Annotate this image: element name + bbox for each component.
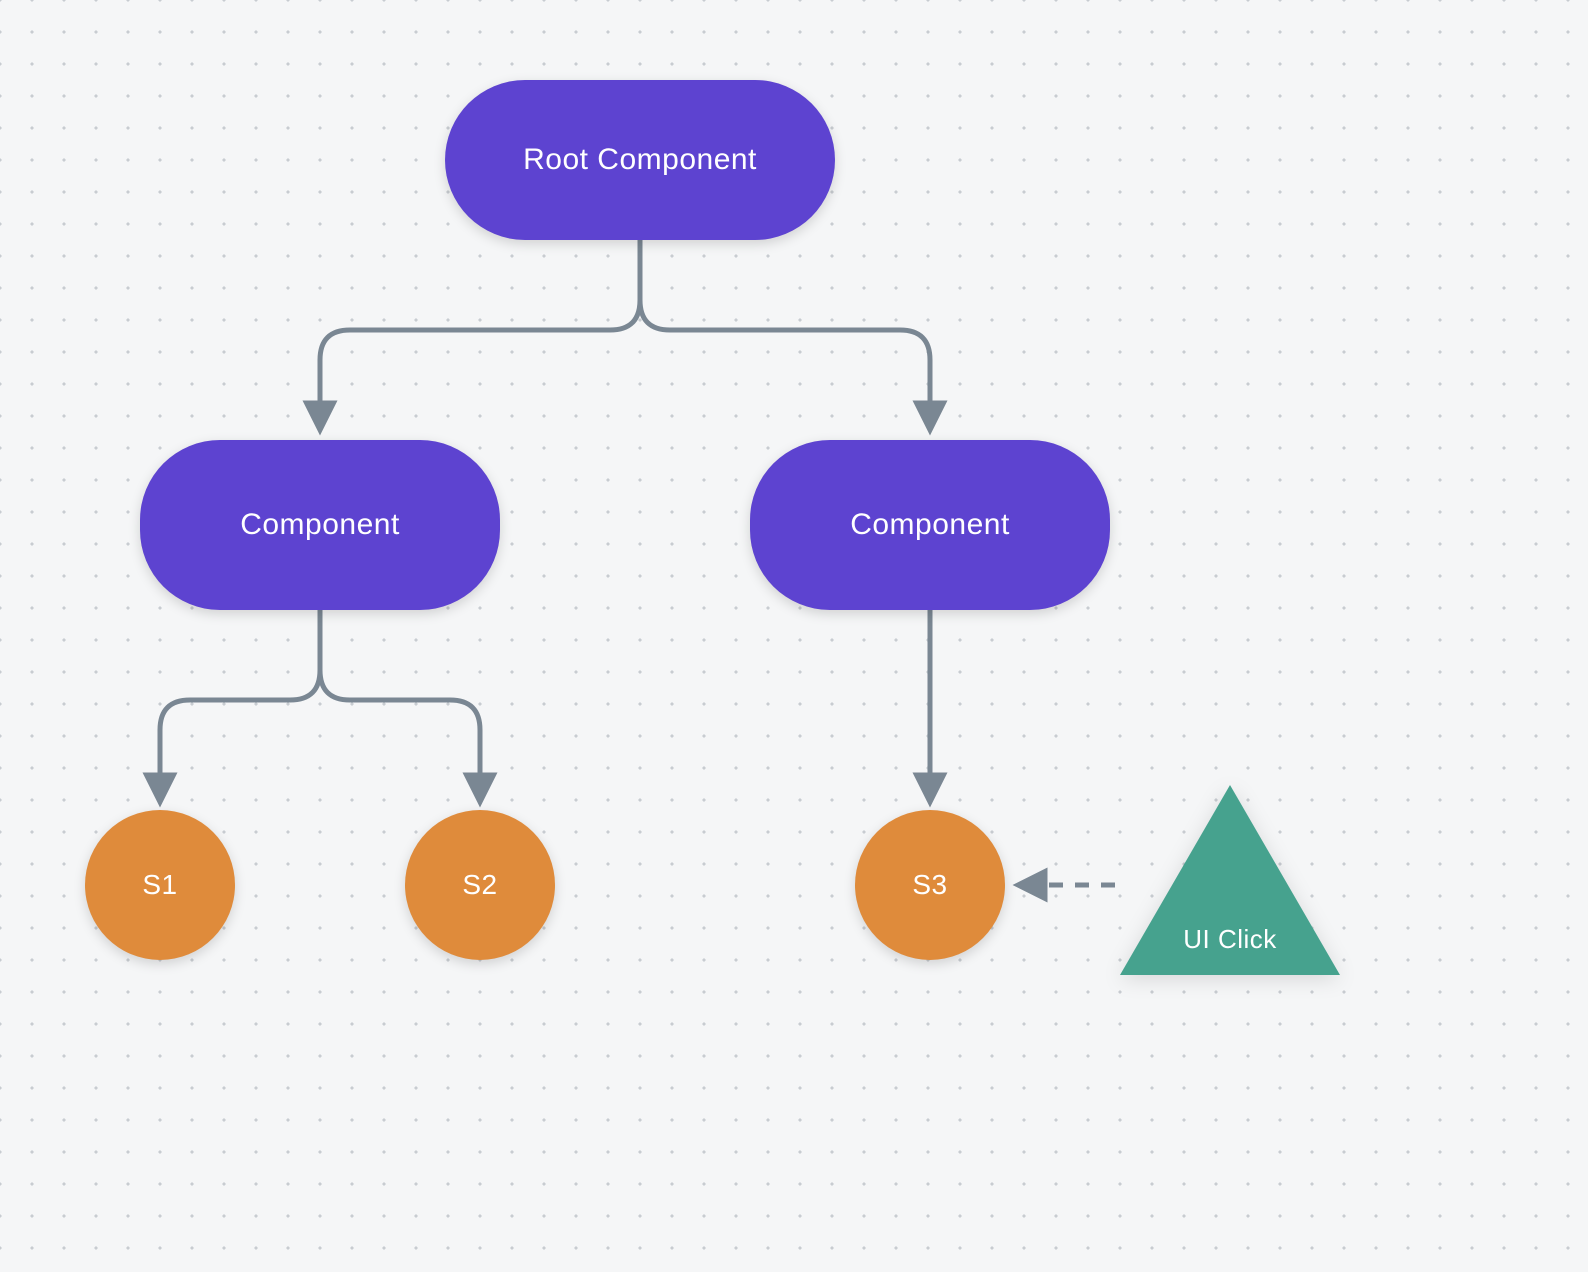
node-label: Component <box>240 508 400 542</box>
edge-root-to-left <box>320 240 640 428</box>
edge-root-to-right <box>640 240 930 428</box>
node-label: Component <box>850 508 1010 542</box>
node-label: UI Click <box>1120 924 1340 955</box>
node-s1[interactable]: S1 <box>85 810 235 960</box>
edge-left-to-s1 <box>160 610 320 800</box>
node-s2[interactable]: S2 <box>405 810 555 960</box>
node-s3[interactable]: S3 <box>855 810 1005 960</box>
node-component-right[interactable]: Component <box>750 440 1110 610</box>
node-label: S2 <box>462 869 497 901</box>
node-label: S1 <box>142 869 177 901</box>
node-label: S3 <box>912 869 947 901</box>
node-label: Root Component <box>523 143 757 177</box>
edge-left-to-s2 <box>320 610 480 800</box>
diagram-canvas: Root Component Component Component S1 S2… <box>0 0 1588 1272</box>
node-component-left[interactable]: Component <box>140 440 500 610</box>
node-ui-click[interactable]: UI Click <box>1120 785 1340 975</box>
node-root-component[interactable]: Root Component <box>445 80 835 240</box>
